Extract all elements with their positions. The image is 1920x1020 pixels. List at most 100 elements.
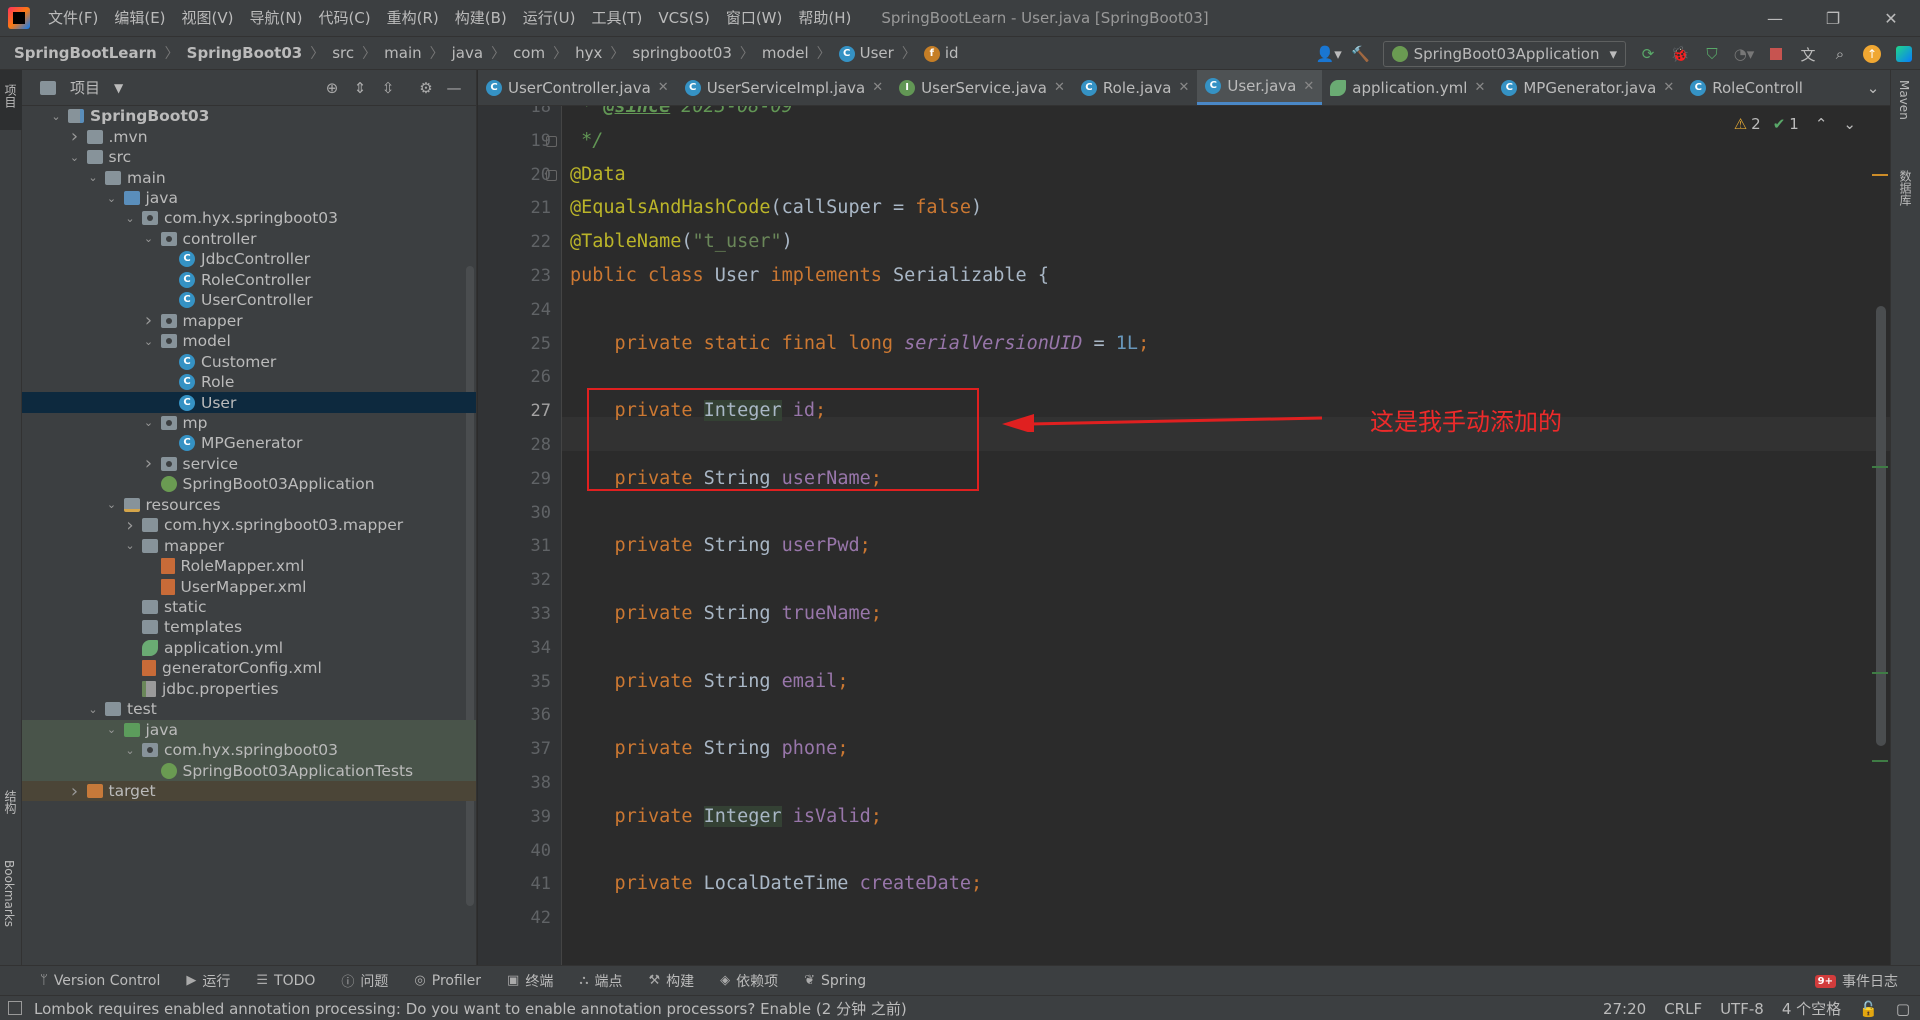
collapse-all-icon[interactable]: ⇳ xyxy=(374,74,402,102)
tool-window-button[interactable]: ◎ Profiler xyxy=(414,973,481,989)
restore-icon[interactable]: ❐ xyxy=(1804,0,1862,36)
chevron-right-icon[interactable]: › xyxy=(141,453,157,474)
breadcrumb-item[interactable]: C User xyxy=(838,44,894,62)
caret-position[interactable]: 27:20 xyxy=(1603,1000,1646,1018)
tree-item[interactable]: RoleMapper.xml xyxy=(22,556,476,576)
menu-item[interactable]: 帮助(H) xyxy=(790,0,859,36)
close-icon[interactable]: ✕ xyxy=(1054,80,1065,95)
line-separator[interactable]: CRLF xyxy=(1664,1000,1702,1018)
close-icon[interactable]: ✕ xyxy=(1178,80,1189,95)
code-line[interactable]: private String trueName; xyxy=(570,597,882,631)
breadcrumb-item[interactable]: SpringBoot03 xyxy=(187,44,303,62)
notifications-icon[interactable]: ▢ xyxy=(1896,1000,1910,1018)
tree-item[interactable]: › com.hyx.springboot03.mapper xyxy=(22,515,476,536)
chevron-right-icon[interactable]: › xyxy=(122,515,138,536)
search-icon[interactable]: ⌕ xyxy=(1826,40,1854,68)
change-marker[interactable] xyxy=(1872,672,1888,674)
chevron-down-icon[interactable]: ⌄ xyxy=(85,171,101,184)
project-tool-tab[interactable]: 项目 xyxy=(2,84,19,108)
tool-window-button[interactable]: ❦ Spring xyxy=(804,973,866,989)
tool-window-button[interactable]: ▣ 终端 xyxy=(507,971,553,991)
indent-setting[interactable]: 4 个空格 xyxy=(1782,998,1841,1019)
editor-tab[interactable]: C User.java ✕ xyxy=(1197,70,1323,105)
code-line[interactable]: @Data xyxy=(570,158,626,192)
tree-item[interactable]: jdbc.properties xyxy=(22,679,476,699)
expand-all-icon[interactable]: ⇕ xyxy=(346,74,374,102)
tool-window-button[interactable]: ☰ TODO xyxy=(256,973,315,989)
editor-tab[interactable]: C MPGenerator.java ✕ xyxy=(1493,70,1682,105)
chevron-down-icon[interactable]: ▼ xyxy=(114,81,123,95)
tree-item[interactable]: templates xyxy=(22,617,476,637)
build-hammer-icon[interactable]: 🔨 xyxy=(1347,40,1375,68)
tree-item[interactable]: › service xyxy=(22,453,476,474)
profile-icon[interactable]: ◔▾ xyxy=(1730,40,1758,68)
editor-scrollbar[interactable] xyxy=(1876,306,1886,746)
user-account-icon[interactable]: 👤▾ xyxy=(1315,40,1343,68)
tree-item[interactable]: Customer xyxy=(22,351,476,371)
tree-item[interactable]: ⌄ java xyxy=(22,719,476,740)
change-marker[interactable] xyxy=(1872,466,1888,468)
tool-window-button[interactable]: ᛘ Version Control xyxy=(40,973,160,989)
chevron-down-icon[interactable]: ⌄ xyxy=(48,110,64,123)
code-line[interactable]: private String userPwd; xyxy=(570,529,871,563)
chevron-right-icon[interactable]: › xyxy=(67,126,83,147)
toolbox-icon[interactable] xyxy=(1890,40,1918,68)
tool-window-button[interactable]: ◈ 依赖项 xyxy=(720,971,778,991)
breadcrumb-item[interactable]: com xyxy=(513,44,545,62)
menu-item[interactable]: 编辑(E) xyxy=(106,0,173,36)
change-marker[interactable] xyxy=(1872,760,1888,762)
run-configuration-selector[interactable]: SpringBoot03Application ▾ xyxy=(1382,41,1626,67)
chevron-down-icon[interactable]: ⌄ xyxy=(67,151,83,164)
code-line[interactable]: private LocalDateTime createDate; xyxy=(570,867,983,901)
tabs-dropdown-icon[interactable]: ⌄ xyxy=(1856,70,1890,105)
breadcrumb-item[interactable]: src xyxy=(332,44,354,62)
tree-item[interactable]: ⌄ model xyxy=(22,331,476,351)
code-line[interactable]: private String phone; xyxy=(570,732,849,766)
fold-marker-icon[interactable] xyxy=(546,169,557,181)
tree-item[interactable]: › .mvn xyxy=(22,126,476,147)
coverage-icon[interactable]: ⛉ xyxy=(1698,40,1726,68)
tree-item[interactable]: Role xyxy=(22,372,476,392)
code-line[interactable]: private static final long serialVersionU… xyxy=(570,327,1150,361)
tree-item[interactable]: UserController xyxy=(22,290,476,310)
menu-item[interactable]: 代码(C) xyxy=(310,0,378,36)
warning-marker[interactable] xyxy=(1872,174,1888,176)
code-line[interactable]: * @since 2023-08-09 xyxy=(570,106,793,124)
tree-item[interactable]: ⌄ java xyxy=(22,188,476,208)
tree-item[interactable]: › mapper xyxy=(22,310,476,331)
close-icon[interactable]: ✕ xyxy=(658,80,669,95)
code-line[interactable]: private String email; xyxy=(570,665,849,699)
breadcrumb-item[interactable]: SpringBootLearn xyxy=(14,44,157,62)
tree-item[interactable]: SpringBoot03Application xyxy=(22,474,476,494)
chevron-down-icon[interactable]: ⌄ xyxy=(122,212,138,225)
database-tool-tab[interactable]: 数据库 xyxy=(1897,170,1914,206)
code-line[interactable]: @EqualsAndHashCode(callSuper = false) xyxy=(570,191,982,225)
debug-icon[interactable]: 🐞 xyxy=(1666,40,1694,68)
chevron-down-icon[interactable]: ⌄ xyxy=(104,192,120,205)
close-icon[interactable]: ✕ xyxy=(872,80,883,95)
menu-item[interactable]: 构建(B) xyxy=(447,0,515,36)
editor-tab[interactable]: application.yml ✕ xyxy=(1322,70,1493,105)
breadcrumb-item[interactable]: hyx xyxy=(575,44,602,62)
tool-window-button[interactable]: ▶ 运行 xyxy=(186,971,230,991)
chevron-down-icon[interactable]: ⌄ xyxy=(122,539,138,552)
fold-marker-icon[interactable] xyxy=(546,135,557,147)
close-icon[interactable]: ✕ xyxy=(1862,0,1920,36)
file-encoding[interactable]: UTF-8 xyxy=(1720,1000,1764,1018)
menu-item[interactable]: 窗口(W) xyxy=(718,0,791,36)
breadcrumb-item[interactable]: model xyxy=(762,44,809,62)
menu-item[interactable]: VCS(S) xyxy=(650,0,717,36)
tree-item[interactable]: MPGenerator xyxy=(22,433,476,453)
bookmarks-tool-tab[interactable]: Bookmarks xyxy=(2,860,16,927)
breadcrumb-item[interactable]: springboot03 xyxy=(632,44,732,62)
menu-item[interactable]: 重构(R) xyxy=(379,0,447,36)
chevron-down-icon[interactable]: ⌄ xyxy=(104,723,120,736)
tree-item[interactable]: SpringBoot03ApplicationTests xyxy=(22,760,476,781)
layout-toggle-icon[interactable] xyxy=(8,1001,22,1015)
code-editor[interactable]: 18 19 20 21 22 23 24 25 26 27 28 29 30 31 32 33 34 35 36 37… xyxy=(478,106,1890,965)
tree-item[interactable]: ⌄ resources xyxy=(22,495,476,515)
chevron-right-icon[interactable]: › xyxy=(67,781,83,802)
stop-icon[interactable] xyxy=(1762,40,1790,68)
project-panel-title[interactable]: 项目 xyxy=(70,77,100,98)
tree-item[interactable]: ⌄ mapper xyxy=(22,535,476,555)
